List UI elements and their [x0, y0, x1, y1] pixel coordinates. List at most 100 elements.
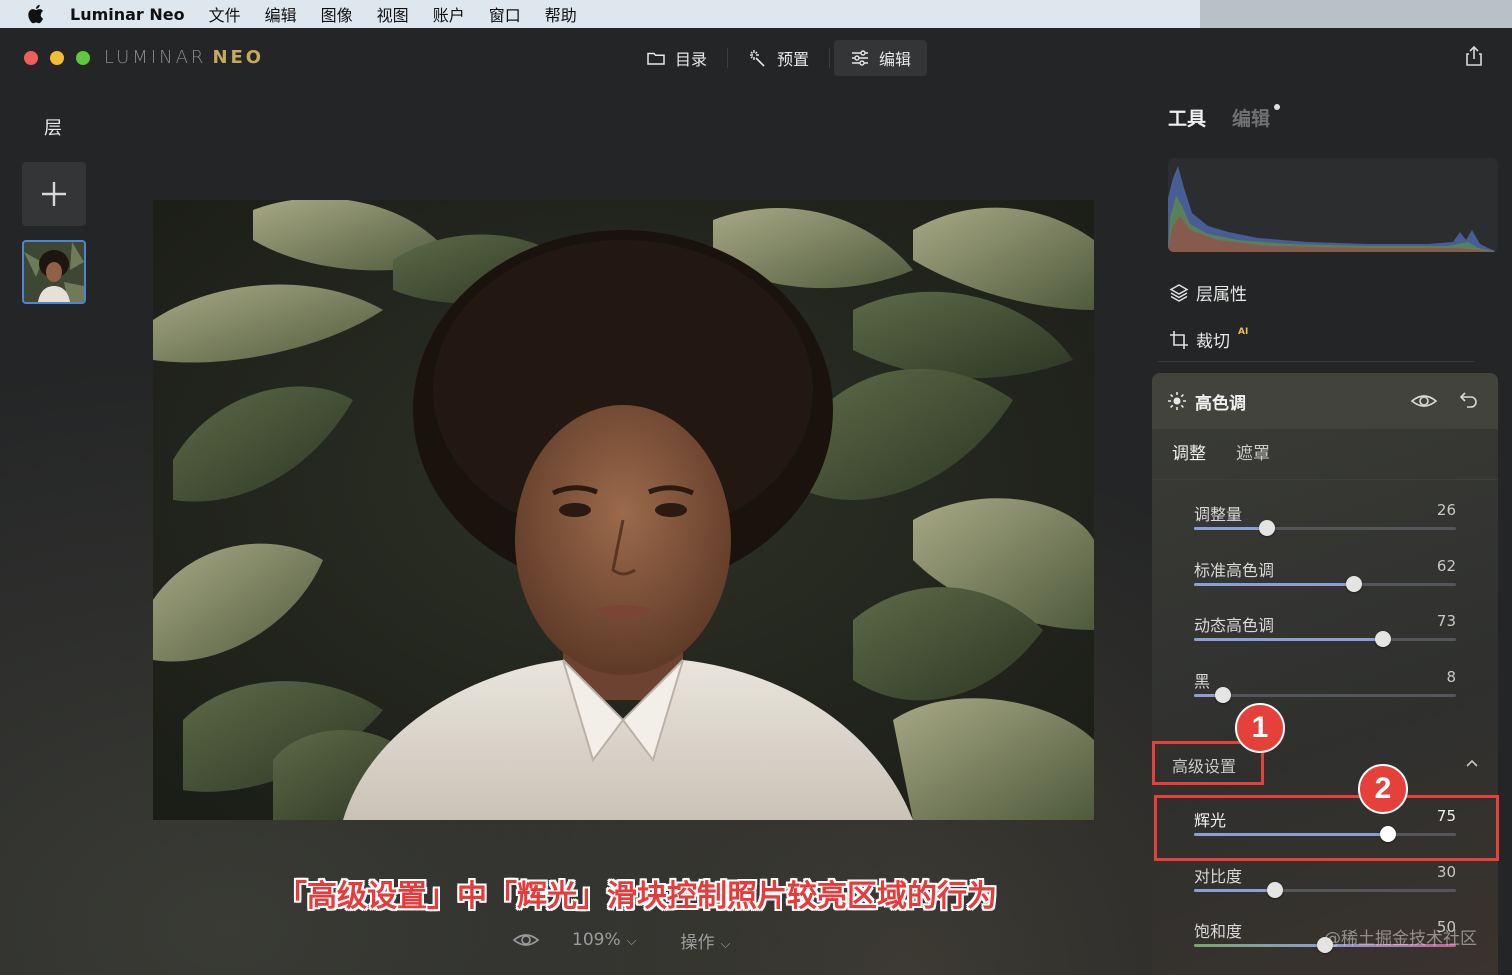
slider-track[interactable] [1194, 576, 1456, 592]
tool-header[interactable]: 高色调 [1152, 373, 1498, 429]
tool-subtabs: 调整 遮罩 [1172, 439, 1270, 464]
highlights-tool-panel: 高色调 调整 遮罩 调整量 26 标准高色调 62 动态高色调 73 黑 8 高… [1152, 373, 1498, 975]
slider-fill [1194, 527, 1268, 530]
right-panel-tabs: 工具 编辑 [1168, 104, 1281, 131]
menu-account[interactable]: 账户 [433, 2, 465, 26]
slider-value: 26 [1436, 501, 1456, 519]
chevron-up-icon [1466, 759, 1478, 767]
slider-track[interactable] [1194, 631, 1456, 647]
close-window-button[interactable] [24, 51, 38, 65]
menu-edit[interactable]: 编辑 [265, 2, 297, 26]
edits-indicator-dot [1274, 104, 1281, 110]
actions-dropdown[interactable]: 操作 ⌵ [680, 928, 730, 953]
tool-title: 高色调 [1195, 393, 1246, 414]
portrait-thumbnail-image [24, 242, 84, 302]
slider-fill [1194, 638, 1383, 641]
chevron-down-icon: ⌵ [626, 934, 637, 949]
sliders-icon [852, 50, 869, 66]
slider-standard-highlights[interactable]: 标准高色调 62 [1194, 557, 1456, 597]
tab-edit[interactable]: 编辑 [834, 40, 928, 76]
annotation-step-2: 2 [1358, 764, 1408, 814]
crop-item[interactable]: 裁切 AI [1168, 327, 1248, 352]
tab-edits[interactable]: 编辑 [1232, 104, 1281, 131]
chevron-down-icon: ⌵ [720, 936, 731, 952]
menu-window[interactable]: 窗口 [489, 2, 521, 26]
layers-stack-icon [1169, 283, 1189, 302]
tab-edit-label: 编辑 [879, 50, 912, 69]
slider-contrast[interactable]: 对比度 30 [1194, 863, 1456, 903]
tab-catalog[interactable]: 目录 [630, 40, 723, 76]
add-layer-button[interactable] [22, 162, 86, 226]
subtab-adjust[interactable]: 调整 [1172, 439, 1206, 464]
slider-value: 62 [1436, 557, 1456, 575]
slider-value: 30 [1436, 863, 1456, 881]
annotation-step-1: 1 [1235, 703, 1285, 753]
fullscreen-window-button[interactable] [76, 51, 90, 65]
histogram-graph [1168, 166, 1498, 252]
slider-fill [1194, 583, 1354, 586]
app-window: LUMINAR NEO 目录 预置 编辑 层 「高级设置」中「辉光」滑块控制照片… [0, 28, 1512, 975]
layer-properties-item[interactable]: 层属性 [1168, 280, 1247, 305]
minimize-window-button[interactable] [50, 51, 64, 65]
before-after-eye-icon[interactable] [512, 930, 540, 950]
slider-amount[interactable]: 调整量 26 [1194, 501, 1456, 541]
apple-logo-icon[interactable] [26, 3, 48, 25]
folder-icon [647, 52, 665, 65]
tab-catalog-label: 目录 [675, 50, 708, 69]
ai-badge: AI [1238, 327, 1249, 337]
crop-label: 裁切 [1196, 332, 1230, 352]
tab-separator [727, 48, 729, 68]
menu-help[interactable]: 帮助 [545, 2, 577, 26]
menu-image[interactable]: 图像 [321, 2, 353, 26]
slider-track[interactable] [1194, 520, 1456, 536]
tab-tools[interactable]: 工具 [1168, 104, 1206, 131]
slider-thumb[interactable] [1214, 687, 1231, 703]
subtab-mask[interactable]: 遮罩 [1236, 439, 1270, 464]
reset-undo-icon[interactable] [1458, 389, 1480, 411]
slider-track[interactable] [1194, 687, 1456, 703]
highlights-sun-icon [1168, 392, 1186, 410]
tab-presets[interactable]: 预置 [732, 40, 825, 76]
slider-blacks[interactable]: 黑 8 [1194, 668, 1456, 708]
slider-track[interactable] [1194, 882, 1456, 898]
zoom-dropdown[interactable]: 109% ⌵ [572, 930, 636, 950]
slider-label: 饱和度 [1194, 922, 1243, 941]
visibility-eye-icon[interactable] [1410, 389, 1438, 413]
menu-bar-status-area [1200, 0, 1512, 28]
photo-canvas[interactable] [153, 200, 1094, 820]
slider-label: 标准高色调 [1194, 561, 1275, 580]
canvas-bottom-bar: 109% ⌵ 操作 ⌵ [512, 926, 730, 954]
share-icon[interactable] [1462, 44, 1486, 68]
brand-luminar: LUMINAR [104, 47, 207, 68]
portrait-photo-image [153, 200, 1094, 820]
slider-label: 调整量 [1194, 505, 1243, 524]
histogram [1168, 158, 1498, 252]
menu-bar: Luminar Neo 文件 编辑 图像 视图 账户 窗口 帮助 [0, 0, 1512, 28]
tab-presets-label: 预置 [777, 50, 810, 69]
layer-thumbnail[interactable] [22, 240, 86, 304]
brand-neo: NEO [212, 47, 265, 68]
tab-edits-label: 编辑 [1232, 108, 1271, 130]
slider-thumb[interactable] [1345, 576, 1362, 592]
slider-thumb[interactable] [1267, 882, 1284, 898]
menu-file[interactable]: 文件 [209, 2, 241, 26]
slider-value: 73 [1436, 612, 1456, 630]
window-controls [24, 51, 90, 65]
divider [1158, 361, 1474, 362]
slider-thumb[interactable] [1374, 631, 1391, 647]
slider-label: 黑 [1194, 672, 1211, 691]
slider-thumb[interactable] [1259, 520, 1276, 536]
menu-app-name[interactable]: Luminar Neo [70, 5, 185, 24]
slider-value: 8 [1446, 668, 1456, 686]
menu-view[interactable]: 视图 [377, 2, 409, 26]
actions-label: 操作 [680, 932, 715, 953]
crop-icon [1170, 330, 1188, 349]
watermark: @稀土掘金技术社区 [1324, 929, 1477, 949]
layer-properties-label: 层属性 [1196, 285, 1247, 305]
tab-separator [829, 48, 831, 68]
divider [1152, 479, 1498, 480]
slider-dynamic-highlights[interactable]: 动态高色调 73 [1194, 612, 1456, 652]
plus-icon [42, 182, 66, 206]
slider-fill [1194, 889, 1276, 892]
mode-tabs: 目录 预置 编辑 [630, 40, 928, 76]
